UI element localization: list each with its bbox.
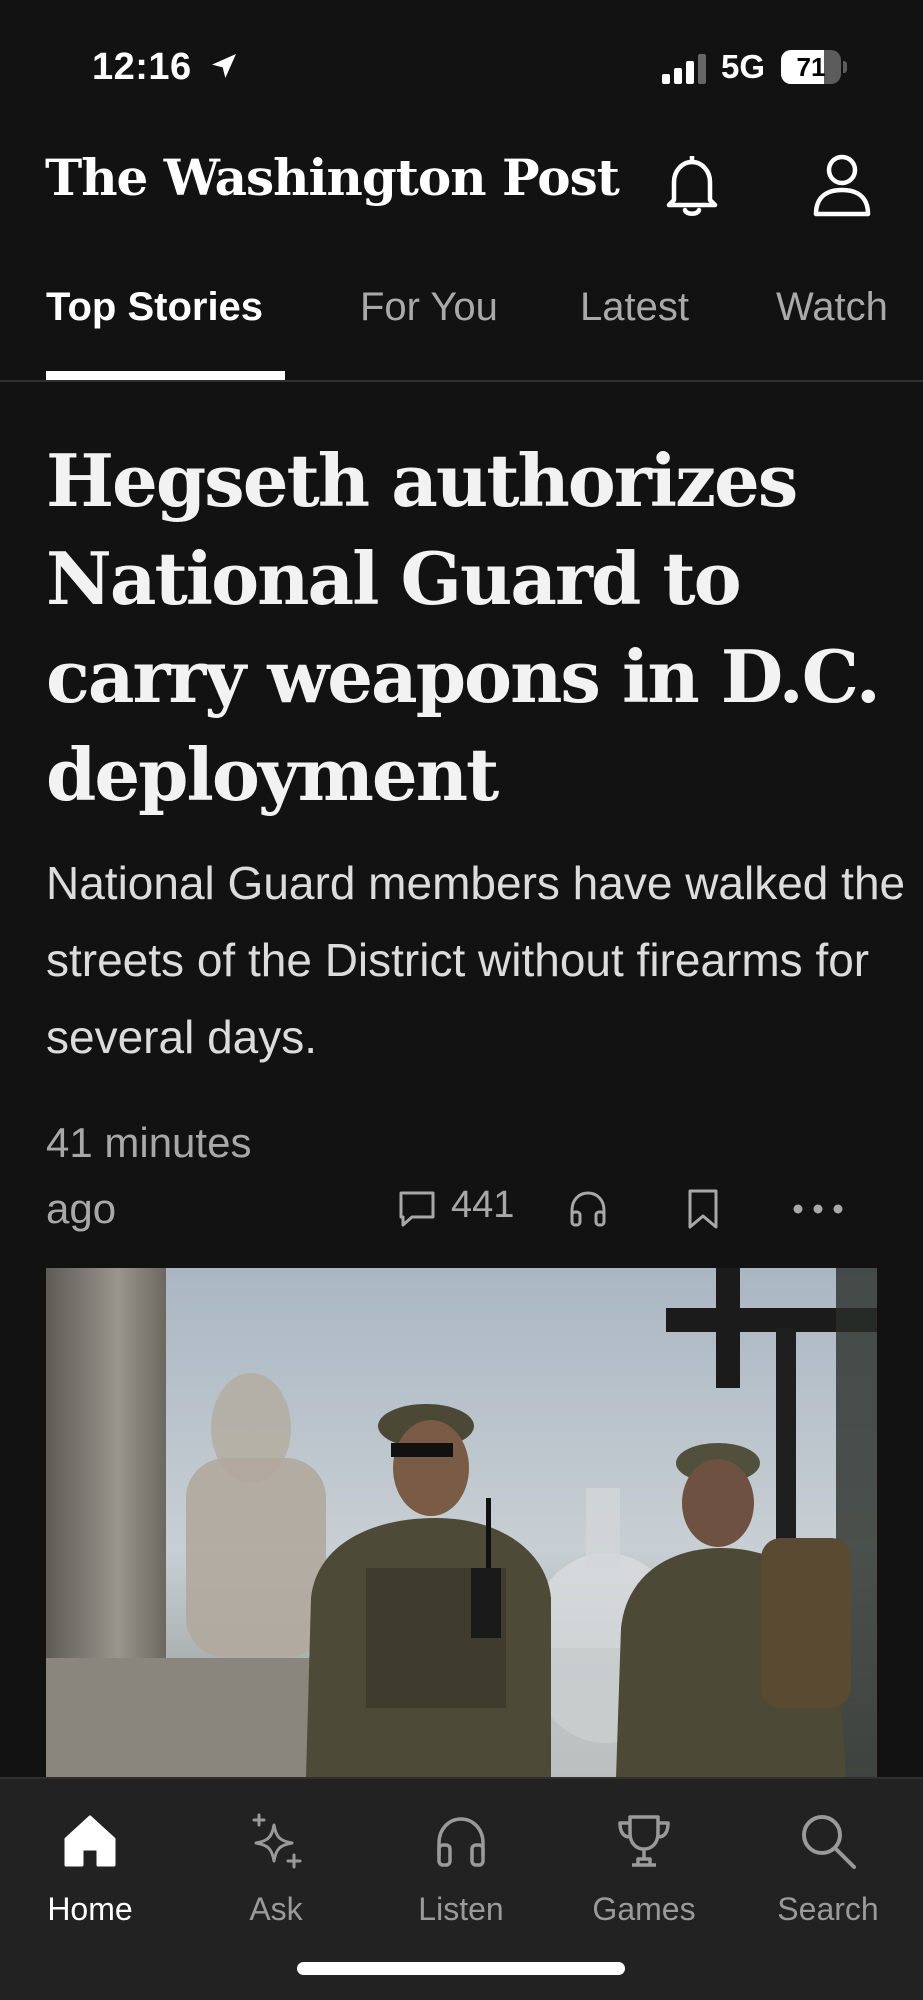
- comment-count[interactable]: 441: [451, 1184, 514, 1227]
- nav-label-ask: Ask: [249, 1891, 303, 1927]
- battery-percent: 71: [796, 52, 826, 82]
- home-icon: [64, 1815, 116, 1867]
- battery-icon: 71: [781, 50, 847, 84]
- signal-bars-icon: [662, 54, 706, 84]
- app-header: The Washington Post: [0, 130, 923, 255]
- article-subhead[interactable]: National Guard members have walked the s…: [46, 845, 906, 1076]
- nav-ask[interactable]: Ask: [186, 1779, 366, 1939]
- tab-top-stories[interactable]: Top Stories: [46, 285, 263, 330]
- bell-icon[interactable]: [660, 150, 724, 220]
- search-icon: [802, 1815, 856, 1869]
- trophy-icon: [618, 1815, 670, 1867]
- headphones-icon: [437, 1817, 485, 1867]
- bookmark-icon[interactable]: [687, 1189, 719, 1229]
- nav-games[interactable]: Games: [554, 1779, 734, 1939]
- status-time: 12:16: [92, 46, 192, 88]
- masthead-logo[interactable]: The Washington Post: [45, 148, 620, 207]
- more-icon[interactable]: [792, 1199, 844, 1219]
- nav-label-home: Home: [47, 1891, 133, 1927]
- nav-listen[interactable]: Listen: [371, 1779, 551, 1939]
- active-tab-indicator: [46, 371, 285, 380]
- nav-label-games: Games: [592, 1891, 696, 1927]
- location-arrow-icon: [212, 54, 236, 78]
- article-photo[interactable]: [46, 1268, 877, 1778]
- tab-latest[interactable]: Latest: [580, 285, 689, 330]
- nav-search[interactable]: Search: [738, 1779, 918, 1939]
- article-headline[interactable]: Hegseth authorizes National Guard to car…: [46, 432, 906, 824]
- home-indicator[interactable]: [297, 1962, 625, 1975]
- nav-label-search: Search: [777, 1891, 879, 1927]
- article-timestamp: 41 minutes ago: [46, 1119, 252, 1232]
- nav-home[interactable]: Home: [0, 1779, 180, 1939]
- profile-icon[interactable]: [810, 152, 874, 218]
- sparkle-icon: [252, 1813, 302, 1869]
- tab-for-you[interactable]: For You: [360, 285, 498, 330]
- nav-label-listen: Listen: [418, 1891, 504, 1927]
- comment-icon[interactable]: [398, 1190, 436, 1228]
- tab-watch[interactable]: Watch: [776, 285, 888, 330]
- network-type: 5G: [721, 48, 766, 85]
- status-bar: 12:16 5G 71: [0, 0, 923, 130]
- section-tabs: Top Stories For You Latest Watch: [0, 255, 923, 382]
- headphones-icon[interactable]: [568, 1190, 608, 1228]
